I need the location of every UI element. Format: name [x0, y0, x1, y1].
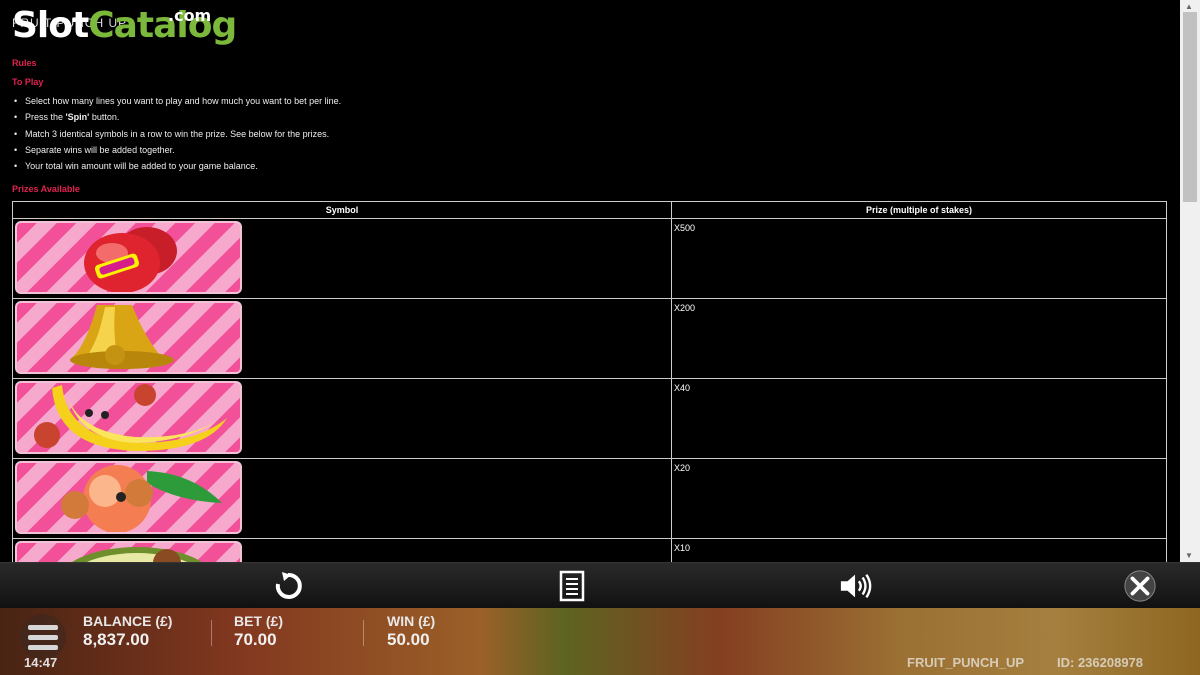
sound-button[interactable] — [839, 569, 873, 603]
watermark-slot: Slot — [12, 5, 89, 46]
peach-symbol-icon — [15, 461, 242, 534]
prize-value: X20 — [671, 458, 1167, 539]
col-header-symbol: Symbol — [12, 201, 672, 219]
rule-item: Press the 'Spin' button. — [12, 111, 341, 127]
prize-value: X200 — [671, 298, 1167, 379]
close-button[interactable] — [1123, 569, 1157, 603]
win-display: WIN (£) 50.00 — [387, 613, 435, 650]
menu-button[interactable] — [20, 614, 66, 660]
balance-value: 8,837.00 — [83, 630, 150, 649]
prize-value: X40 — [671, 378, 1167, 459]
rule-item: Match 3 identical symbols in a row to wi… — [12, 128, 341, 144]
balance-display: BALANCE (£) 8,837.00 — [83, 613, 172, 650]
rule-item: Separate wins will be added together. — [12, 144, 341, 160]
scroll-up-icon[interactable]: ▲ — [1185, 2, 1193, 11]
divider — [211, 620, 212, 646]
watermark-com: .com — [168, 6, 212, 25]
rule-item: Select how many lines you want to play a… — [12, 95, 341, 111]
paytable-icon — [559, 570, 585, 602]
col-header-prize: Prize (multiple of stakes) — [671, 201, 1167, 219]
prizes-heading: Prizes Available — [12, 184, 80, 194]
balance-label: BALANCE (£) — [83, 613, 173, 629]
divider — [363, 620, 364, 646]
win-value: 50.00 — [387, 630, 430, 649]
table-row: X500 — [12, 218, 1167, 299]
prize-value: X500 — [671, 218, 1167, 299]
scroll-thumb[interactable] — [1183, 12, 1197, 202]
menu-icon — [28, 624, 58, 630]
bet-display: BET (£) 70.00 — [234, 613, 283, 650]
to-play-heading: To Play — [12, 77, 44, 87]
prize-table: Symbol Prize (multiple of stakes) X500 X… — [12, 201, 1167, 562]
replay-icon — [275, 572, 302, 599]
win-label: WIN (£) — [387, 613, 436, 629]
game-id: ID: 236208978 — [1057, 655, 1144, 670]
table-row: X10 — [12, 538, 1167, 562]
watermark-catalog: Catalog — [88, 5, 237, 46]
banana-symbol-icon — [15, 381, 242, 454]
bell-symbol-icon — [15, 301, 242, 374]
avocado-symbol-icon — [15, 541, 242, 562]
game-name: FRUIT_PUNCH_UP — [907, 655, 1025, 670]
rules-panel[interactable]: FRUIT PUNCH UP SlotCatalog .com Rules To… — [0, 0, 1180, 562]
toolbar — [0, 562, 1200, 608]
watermark-logo: SlotCatalog .com — [12, 5, 237, 46]
clock: 14:47 — [24, 655, 58, 670]
table-row: X20 — [12, 458, 1167, 539]
scroll-down-icon[interactable]: ▼ — [1185, 551, 1193, 560]
table-row: X40 — [12, 378, 1167, 459]
bet-value: 70.00 — [234, 630, 277, 649]
paytable-button[interactable] — [555, 569, 589, 603]
rules-heading: Rules — [12, 58, 37, 68]
bet-label: BET (£) — [234, 613, 283, 629]
sound-icon — [840, 574, 872, 598]
prize-value: X10 — [671, 538, 1167, 562]
close-icon — [1124, 570, 1156, 602]
table-header-row: Symbol Prize (multiple of stakes) — [12, 201, 1167, 219]
rule-item: Your total win amount will be added to y… — [12, 160, 341, 176]
status-bar: BALANCE (£) 8,837.00 BET (£) 70.00 WIN (… — [0, 608, 1200, 675]
table-row: X200 — [12, 298, 1167, 379]
rules-list: Select how many lines you want to play a… — [12, 95, 341, 176]
scrollbar[interactable]: ▲ ▼ — [1180, 0, 1200, 562]
boxing-glove-logo-symbol-icon — [15, 221, 242, 294]
replay-button[interactable] — [271, 569, 305, 603]
